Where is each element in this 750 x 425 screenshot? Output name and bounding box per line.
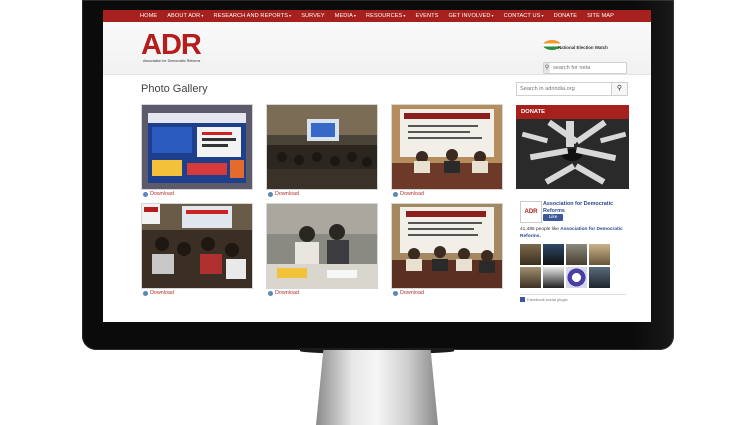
fan-avatar[interactable]: [566, 244, 587, 265]
panel-photo: [392, 105, 502, 189]
nav-label: RESEARCH AND REPORTS: [213, 13, 289, 19]
nav-label: SITE MAP: [587, 13, 614, 19]
fan-avatar[interactable]: [543, 267, 564, 288]
donate-banner[interactable]: DONATE: [516, 105, 629, 189]
fan-avatar[interactable]: [543, 244, 564, 265]
nav-label: DONATE: [553, 13, 578, 19]
nav-item-media[interactable]: MEDIA▾: [330, 10, 361, 22]
adr-page-avatar[interactable]: ADR: [520, 201, 542, 223]
fan-avatar[interactable]: [520, 267, 541, 288]
user-icon: [143, 191, 148, 197]
nav-label: SURVEY: [301, 13, 325, 19]
download-label: Download: [150, 191, 174, 197]
chevron-down-icon: ▾: [541, 13, 544, 18]
facebook-likes-count: 41,486 people like Association for Democ…: [520, 227, 628, 240]
nav-item-site-map[interactable]: SITE MAP: [582, 10, 619, 22]
nav-label: GET INVOLVED: [448, 13, 491, 19]
top-navigation: HOME ABOUT ADR▾ RESEARCH AND REPORTS▾ SURVE…: [103, 10, 651, 22]
search-button[interactable]: ⚲: [611, 83, 627, 95]
adr-logo[interactable]: ADR Association for Democratic Reforms: [141, 29, 211, 64]
nav-item-home[interactable]: HOME: [135, 10, 162, 22]
national-election-watch-text: National Election Watch: [558, 45, 608, 50]
chevron-down-icon: ▾: [491, 13, 494, 18]
fan-avatar[interactable]: [520, 244, 541, 265]
download-label: Download: [150, 290, 174, 296]
nav-item-events[interactable]: EVENTS: [410, 10, 443, 22]
like-label: Like: [548, 215, 558, 220]
nav-item-contact-us[interactable]: CONTACT US▾: [499, 10, 549, 22]
download-link[interactable]: Download: [268, 191, 299, 197]
download-link[interactable]: Download: [143, 191, 174, 197]
download-label: Download: [400, 290, 424, 296]
download-label: Download: [275, 290, 299, 296]
website-screen: HOME ABOUT ADR▾ RESEARCH AND REPORTS▾ SURVE…: [103, 10, 651, 322]
facebook-like-box: ADR Association for Democratic Reforms L…: [516, 196, 629, 306]
fan-avatar[interactable]: [589, 267, 610, 288]
user-icon: [268, 290, 273, 296]
site-header: ADR Association for Democratic Reforms N…: [103, 22, 651, 75]
download-link[interactable]: Download: [393, 290, 424, 296]
fan-avatar[interactable]: [566, 267, 587, 288]
chevron-down-icon: ▾: [289, 13, 292, 18]
search-icon: ⚲: [616, 85, 623, 92]
site-search-box: ⚲: [516, 82, 628, 96]
facebook-plugin-footer: Facebook social plugin: [520, 297, 568, 302]
monitor-stand: [316, 350, 438, 425]
adr-logo-tagline: Association for Democratic Reforms: [143, 59, 201, 63]
conference-photo: [267, 105, 377, 189]
facebook-like-button[interactable]: Like: [543, 214, 563, 221]
user-icon: [143, 290, 148, 296]
chevron-down-icon: ▾: [403, 13, 406, 18]
facebook-fan-faces: [520, 244, 614, 288]
photo-3[interactable]: [391, 104, 503, 190]
nav-item-research-and-reports[interactable]: RESEARCH AND REPORTS▾: [208, 10, 296, 22]
download-label: Download: [275, 191, 299, 197]
panel-photo: [392, 204, 502, 288]
download-label: Download: [400, 191, 424, 197]
nav-label: HOME: [140, 13, 158, 19]
audience-photo: [142, 204, 252, 288]
nav-item-about-adr[interactable]: ABOUT ADR▾: [162, 10, 208, 22]
download-link[interactable]: Download: [143, 290, 174, 296]
adr-logo-text: ADR: [141, 29, 202, 61]
national-election-watch-logo[interactable]: National Election Watch: [543, 40, 613, 54]
chevron-down-icon: ▾: [353, 13, 357, 18]
facebook-page-name[interactable]: Association for Democratic Reforms: [543, 201, 627, 214]
banner-photo: [142, 105, 252, 189]
download-link[interactable]: Download: [393, 191, 424, 197]
user-icon: [393, 191, 398, 197]
facebook-plugin-label: Facebook social plugin: [527, 297, 568, 302]
photo-5[interactable]: [266, 203, 378, 289]
nav-label: MEDIA: [334, 13, 353, 19]
nav-label: CONTACT US: [503, 13, 541, 19]
press-table-photo: [267, 204, 377, 288]
page-title: Photo Gallery: [141, 83, 208, 95]
nav-item-donate[interactable]: DONATE: [549, 10, 583, 22]
photo-1[interactable]: [141, 104, 253, 190]
photo-2[interactable]: [266, 104, 378, 190]
user-icon: [268, 191, 273, 197]
nav-label: ABOUT ADR: [167, 13, 201, 19]
divider: [520, 294, 626, 295]
neta-search-box: ⚲: [543, 62, 627, 74]
site-search-input[interactable]: [517, 83, 615, 95]
donate-label: DONATE: [516, 105, 629, 119]
likes-text: 41,486 people like: [520, 227, 559, 232]
photo-4[interactable]: [141, 203, 253, 289]
user-icon: [393, 290, 398, 296]
facebook-icon: [520, 297, 525, 302]
nav-item-get-involved[interactable]: GET INVOLVED▾: [443, 10, 498, 22]
photo-6[interactable]: [391, 203, 503, 289]
download-link[interactable]: Download: [268, 290, 299, 296]
nav-item-resources[interactable]: RESOURCES▾: [361, 10, 410, 22]
nav-label: EVENTS: [415, 13, 439, 19]
nav-item-survey[interactable]: SURVEY: [296, 10, 330, 22]
fan-avatar[interactable]: [589, 244, 610, 265]
nav-label: RESOURCES: [366, 13, 403, 19]
neta-search-input[interactable]: [550, 65, 626, 71]
chevron-down-icon: ▾: [201, 13, 204, 18]
